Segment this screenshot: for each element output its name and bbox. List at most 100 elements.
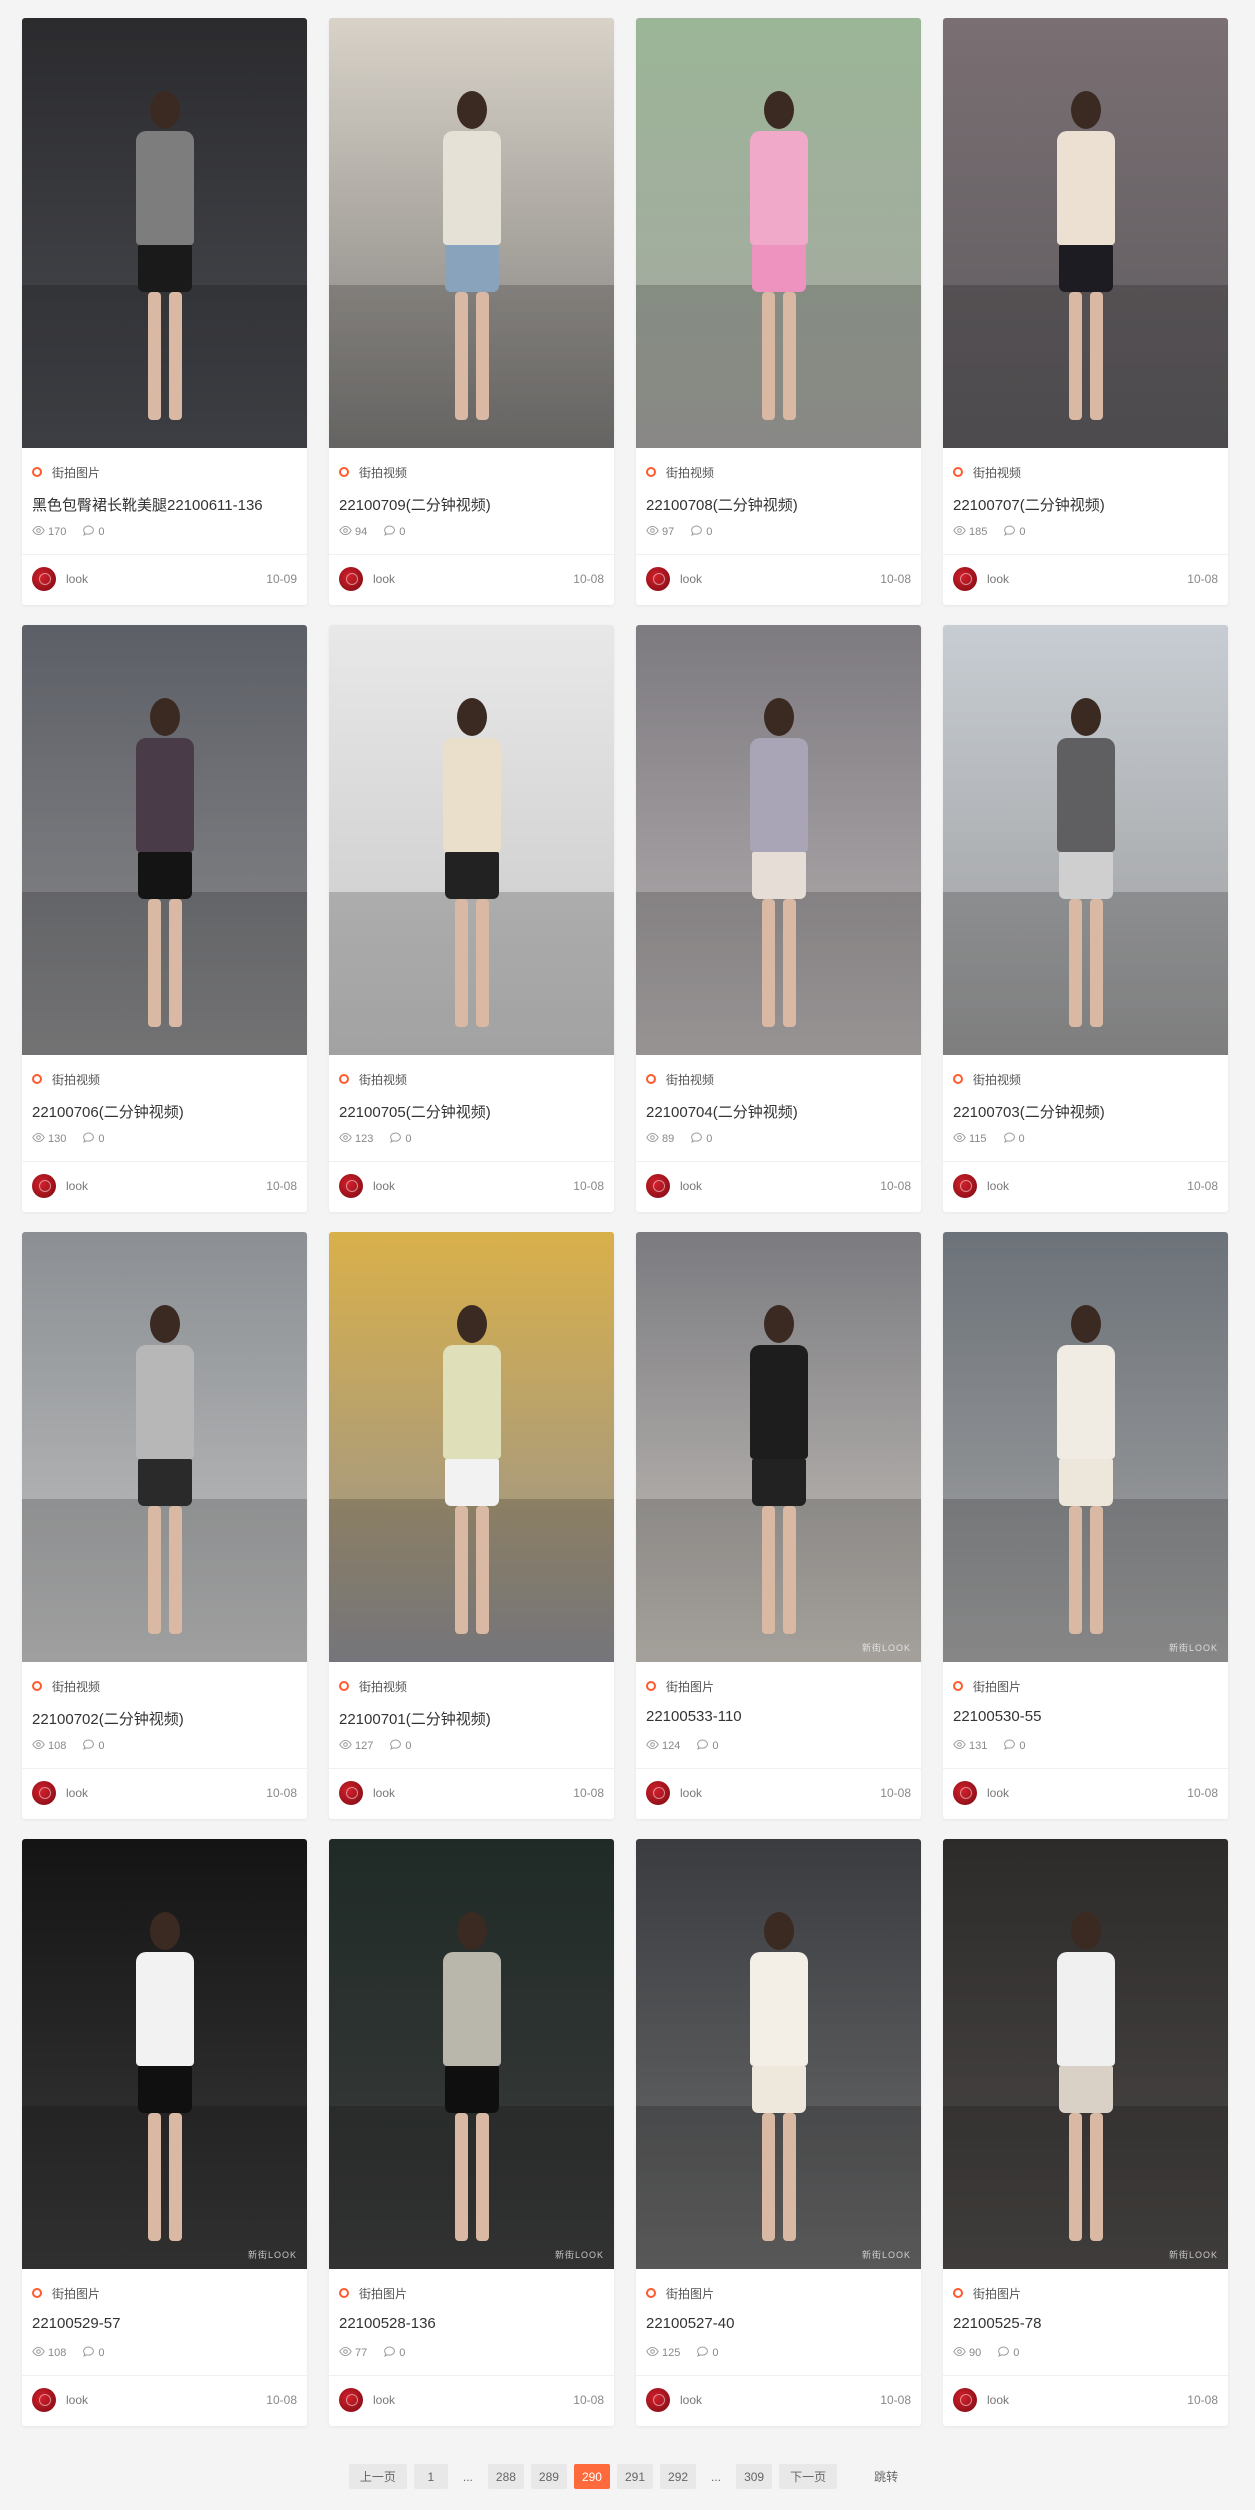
post-category[interactable]: 街拍图片: [32, 2285, 297, 2301]
post-category[interactable]: 街拍视频: [953, 464, 1218, 480]
author-avatar[interactable]: [953, 1781, 977, 1805]
post-title[interactable]: 22100525-78: [953, 2315, 1218, 2335]
post-card[interactable]: 街拍视频 22100705(二分钟视频) 123 0 look 10-08: [329, 625, 614, 1212]
category-label[interactable]: 街拍视频: [359, 1678, 407, 1695]
category-label[interactable]: 街拍图片: [52, 2285, 100, 2302]
post-card[interactable]: 街拍视频 22100701(二分钟视频) 127 0 look 10-08: [329, 1232, 614, 1819]
author-avatar[interactable]: [339, 2388, 363, 2412]
author-avatar[interactable]: [953, 567, 977, 591]
post-thumbnail[interactable]: 新街LOOK: [636, 1232, 921, 1662]
post-card[interactable]: 新街LOOK 街拍图片 22100528-136 77 0 look 10-08: [329, 1839, 614, 2426]
post-title[interactable]: 22100705(二分钟视频): [339, 1101, 604, 1121]
category-label[interactable]: 街拍图片: [973, 1678, 1021, 1695]
author-avatar[interactable]: [646, 1174, 670, 1198]
author-name[interactable]: look: [987, 1179, 1187, 1193]
post-card[interactable]: 新街LOOK 街拍图片 22100533-110 124 0 look 10-0…: [636, 1232, 921, 1819]
post-category[interactable]: 街拍图片: [339, 2285, 604, 2301]
author-name[interactable]: look: [373, 572, 573, 586]
post-card[interactable]: 街拍视频 22100703(二分钟视频) 115 0 look 10-08: [943, 625, 1228, 1212]
author-avatar[interactable]: [646, 567, 670, 591]
category-label[interactable]: 街拍视频: [52, 1071, 100, 1088]
author-avatar[interactable]: [646, 1781, 670, 1805]
post-category[interactable]: 街拍图片: [646, 2285, 911, 2301]
post-title[interactable]: 22100528-136: [339, 2315, 604, 2335]
author-name[interactable]: look: [373, 1786, 573, 1800]
post-title[interactable]: 22100533-110: [646, 1708, 911, 1728]
post-category[interactable]: 街拍视频: [339, 1678, 604, 1694]
post-title[interactable]: 22100703(二分钟视频): [953, 1101, 1218, 1121]
post-title[interactable]: 22100704(二分钟视频): [646, 1101, 911, 1121]
post-title[interactable]: 22100707(二分钟视频): [953, 494, 1218, 514]
author-avatar[interactable]: [953, 1174, 977, 1198]
page-button[interactable]: 288: [487, 2464, 524, 2489]
post-thumbnail[interactable]: [636, 625, 921, 1055]
author-avatar[interactable]: [32, 1174, 56, 1198]
post-title[interactable]: 22100527-40: [646, 2315, 911, 2335]
page-button[interactable]: 289: [530, 2464, 567, 2489]
author-name[interactable]: look: [680, 572, 880, 586]
post-category[interactable]: 街拍视频: [646, 1071, 911, 1087]
post-thumbnail[interactable]: [22, 18, 307, 448]
post-category[interactable]: 街拍视频: [646, 464, 911, 480]
author-name[interactable]: look: [987, 572, 1187, 586]
post-thumbnail[interactable]: [22, 625, 307, 1055]
post-thumbnail[interactable]: [943, 625, 1228, 1055]
post-card[interactable]: 新街LOOK 街拍图片 22100527-40 125 0 look 10-08: [636, 1839, 921, 2426]
post-card[interactable]: 街拍视频 22100706(二分钟视频) 130 0 look 10-08: [22, 625, 307, 1212]
post-card[interactable]: 街拍图片 黑色包臀裙长靴美腿22100611-136 170 0 look 10…: [22, 18, 307, 605]
post-title[interactable]: 22100709(二分钟视频): [339, 494, 604, 514]
author-avatar[interactable]: [32, 1781, 56, 1805]
post-card[interactable]: 街拍视频 22100709(二分钟视频) 94 0 look 10-08: [329, 18, 614, 605]
author-avatar[interactable]: [646, 2388, 670, 2412]
post-card[interactable]: 新街LOOK 街拍图片 22100525-78 90 0 look 10-08: [943, 1839, 1228, 2426]
post-thumbnail[interactable]: 新街LOOK: [636, 1839, 921, 2269]
post-thumbnail[interactable]: 新街LOOK: [329, 1839, 614, 2269]
post-card[interactable]: 新街LOOK 街拍图片 22100529-57 108 0 look 10-08: [22, 1839, 307, 2426]
author-name[interactable]: look: [680, 1179, 880, 1193]
page-button-last[interactable]: 309: [736, 2464, 773, 2489]
category-label[interactable]: 街拍视频: [359, 1071, 407, 1088]
category-label[interactable]: 街拍图片: [359, 2285, 407, 2302]
post-card[interactable]: 街拍视频 22100704(二分钟视频) 89 0 look 10-08: [636, 625, 921, 1212]
category-label[interactable]: 街拍图片: [973, 2285, 1021, 2302]
author-avatar[interactable]: [32, 567, 56, 591]
post-category[interactable]: 街拍图片: [646, 1678, 911, 1694]
post-thumbnail[interactable]: [329, 625, 614, 1055]
post-thumbnail[interactable]: 新街LOOK: [22, 1839, 307, 2269]
post-thumbnail[interactable]: 新街LOOK: [943, 1232, 1228, 1662]
author-avatar[interactable]: [339, 567, 363, 591]
category-label[interactable]: 街拍视频: [52, 1678, 100, 1695]
post-title[interactable]: 22100706(二分钟视频): [32, 1101, 297, 1121]
post-thumbnail[interactable]: [636, 18, 921, 448]
author-name[interactable]: look: [373, 2393, 573, 2407]
post-card[interactable]: 街拍视频 22100708(二分钟视频) 97 0 look 10-08: [636, 18, 921, 605]
author-name[interactable]: look: [66, 1179, 266, 1193]
post-category[interactable]: 街拍图片: [32, 464, 297, 480]
post-category[interactable]: 街拍视频: [339, 1071, 604, 1087]
author-name[interactable]: look: [680, 1786, 880, 1800]
page-button-first[interactable]: 1: [413, 2464, 448, 2489]
page-button-current[interactable]: 290: [573, 2464, 610, 2489]
author-name[interactable]: look: [987, 2393, 1187, 2407]
author-avatar[interactable]: [32, 2388, 56, 2412]
post-thumbnail[interactable]: [22, 1232, 307, 1662]
post-card[interactable]: 新街LOOK 街拍图片 22100530-55 131 0 look 10-08: [943, 1232, 1228, 1819]
post-title[interactable]: 黑色包臀裙长靴美腿22100611-136: [32, 494, 297, 514]
author-name[interactable]: look: [66, 572, 266, 586]
post-card[interactable]: 街拍视频 22100707(二分钟视频) 185 0 look 10-08: [943, 18, 1228, 605]
category-label[interactable]: 街拍图片: [666, 2285, 714, 2302]
post-thumbnail[interactable]: 新街LOOK: [943, 1839, 1228, 2269]
category-label[interactable]: 街拍视频: [973, 464, 1021, 481]
post-title[interactable]: 22100701(二分钟视频): [339, 1708, 604, 1728]
author-avatar[interactable]: [339, 1781, 363, 1805]
post-thumbnail[interactable]: [329, 1232, 614, 1662]
page-button[interactable]: 292: [660, 2464, 697, 2489]
post-category[interactable]: 街拍图片: [953, 1678, 1218, 1694]
post-title[interactable]: 22100529-57: [32, 2315, 297, 2335]
category-label[interactable]: 街拍视频: [666, 1071, 714, 1088]
post-category[interactable]: 街拍图片: [953, 2285, 1218, 2301]
author-avatar[interactable]: [339, 1174, 363, 1198]
category-label[interactable]: 街拍视频: [666, 464, 714, 481]
category-label[interactable]: 街拍图片: [666, 1678, 714, 1695]
post-title[interactable]: 22100708(二分钟视频): [646, 494, 911, 514]
